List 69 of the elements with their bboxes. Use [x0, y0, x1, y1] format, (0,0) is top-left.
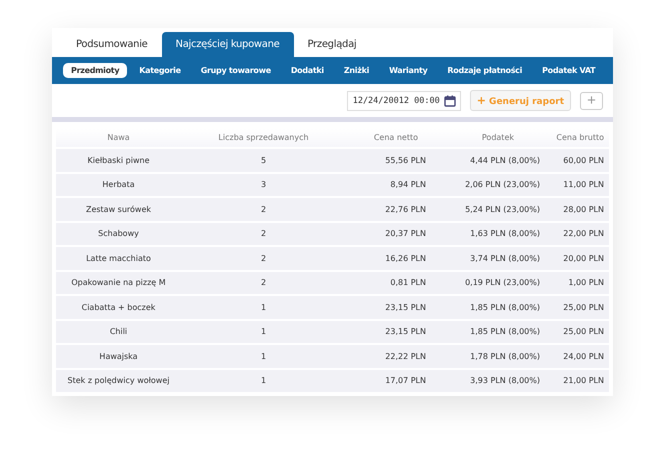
column-header: Nawa [106, 133, 131, 142]
table-cell-text: 1,78 PLN (8,00%) [469, 352, 540, 361]
table-cell-text: 11,00 PLN [562, 180, 604, 190]
table-cell-text: 21,00 PLN [562, 376, 604, 386]
table-cell-text: 2 [260, 204, 268, 214]
table-cell-text: 1,00 PLN [567, 278, 604, 288]
column-header: Liczba sprzedawanych [217, 133, 310, 142]
table-cell-text: 1 [260, 376, 268, 386]
table-cell-text: 1,85 PLN (8,00%) [469, 302, 540, 312]
table-cell-text: 1,85 PLN (8,00%) [469, 327, 540, 336]
table-cell-text: 20,37 PLN [384, 229, 426, 238]
subtab[interactable]: Grupy towarowe [192, 63, 279, 78]
table-cell-text: 2,06 PLN (23,00%) [464, 180, 540, 190]
date-field[interactable]: 12/24/20012 00:00 [346, 90, 461, 110]
table-cell-text: 55,56 PLN [384, 156, 426, 165]
table-cell-text: 5 [260, 156, 268, 165]
subtab[interactable]: Kategorie [131, 63, 189, 78]
table-cell-text: 20,00 PLN [562, 254, 604, 263]
date-value: 12/24/20012 00:00 [352, 96, 440, 106]
table-cell-text: 2 [260, 254, 268, 263]
tab[interactable]: Przeglądaj [294, 32, 370, 57]
table-cell-text: 24,00 PLN [562, 352, 604, 361]
table-cell-text: 4,44 PLN (8,00%) [469, 156, 540, 165]
table-cell-text: 23,15 PLN [384, 302, 426, 312]
table-cell-text: 1 [260, 352, 268, 361]
table-cell-text: Herbata [101, 180, 136, 190]
table-cell-text: 25,00 PLN [562, 302, 604, 312]
table-cell-text: 3,93 PLN (8,00%) [469, 376, 540, 386]
subtab[interactable]: Zniżki [336, 63, 378, 78]
column-header: Cena netto [372, 133, 419, 142]
table-cell-text: Stek z polędwicy wołowej [66, 376, 170, 386]
subtab[interactable]: Warianty [381, 63, 436, 78]
tab[interactable]: Podsumowanie [62, 32, 162, 57]
subtab[interactable]: Dodatki [282, 63, 332, 78]
tab[interactable]: Najczęściej kupowane [162, 32, 294, 57]
table-cell-text: 2 [260, 278, 268, 288]
table-cell-text: 22,76 PLN [384, 204, 426, 214]
table-cell-text: 3 [260, 180, 268, 190]
subtab[interactable]: Podatek VAT [534, 63, 604, 78]
table-cell-text: 1,63 PLN (8,00%) [469, 229, 540, 238]
table-cell-text: 23,15 PLN [384, 327, 426, 336]
table-cell-text: 8,94 PLN [389, 180, 426, 190]
table-cell-text: 60,00 PLN [562, 156, 604, 165]
table-cell-text: Opakowanie na pizzę M [70, 278, 167, 288]
table-cell-text: Chili [108, 327, 128, 336]
subtab[interactable]: Rodzaje płatności [439, 63, 530, 78]
table-cell-text: Latte macchiato [85, 254, 152, 263]
table-cell-text: 25,00 PLN [562, 327, 604, 336]
table-cell-text: Schabowy [97, 229, 140, 238]
subtab[interactable]: Przedmioty [63, 63, 128, 78]
table-cell-text: 17,07 PLN [384, 376, 426, 386]
calendar-icon[interactable] [444, 94, 456, 106]
table-cell-text: 1 [260, 327, 268, 336]
table-cell-text: Kiełbaski piwne [86, 156, 151, 165]
table-cell-text: Ciabatta + boczek [80, 302, 156, 312]
table-cell-text: 3,74 PLN (8,00%) [469, 254, 540, 263]
table-cell-text: Hawajska [98, 352, 139, 361]
table-cell-text: 1 [260, 302, 268, 312]
table-cell-text: 5,24 PLN (23,00%) [464, 204, 540, 214]
column-header: Podatek [480, 133, 515, 142]
table-cell-text: 0,19 PLN (23,00%) [464, 278, 540, 288]
table-cell-text: 22,00 PLN [562, 229, 604, 238]
table-cell-text: 16,26 PLN [384, 254, 426, 263]
table-cell-text: Zestaw surówek [84, 204, 152, 214]
column-header: Cena brutto [555, 133, 604, 142]
table-cell-text: 0,81 PLN [389, 278, 426, 288]
table-cell-text: 22,22 PLN [384, 352, 426, 361]
table-cell-text: 28,00 PLN [562, 204, 604, 214]
table-cell-text: 2 [260, 229, 268, 238]
